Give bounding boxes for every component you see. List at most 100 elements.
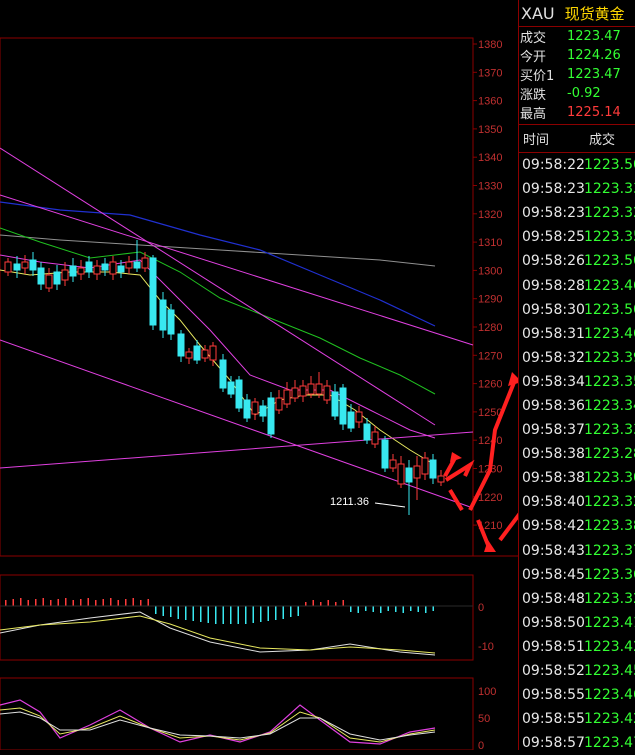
- tick-row: 09:58:231223.33: [519, 177, 635, 201]
- macd-bar: [297, 606, 299, 616]
- price-tick-label: 1290: [478, 294, 502, 306]
- kdj-label-100: 100: [478, 686, 496, 698]
- tick-price: 1223.28: [584, 446, 635, 463]
- tick-row: 09:58:361223.34: [519, 394, 635, 418]
- candle-body: [185, 351, 193, 359]
- tick-row: 09:58:301223.50: [519, 298, 635, 322]
- macd-bar: [282, 606, 284, 619]
- tick-time: 09:58:52: [522, 663, 585, 680]
- candle-body: [397, 463, 405, 485]
- tick-row: 09:58:501223.41: [519, 611, 635, 635]
- candle-body: [299, 385, 307, 397]
- quote-label: 买价1: [520, 69, 555, 84]
- quote-label: 今开: [520, 50, 547, 65]
- tick-row: 09:58:311223.46: [519, 322, 635, 346]
- kdj-label-0: 0: [478, 740, 484, 750]
- candle-body: [167, 309, 175, 335]
- macd-bar: [252, 606, 254, 623]
- macd-bar: [35, 599, 37, 606]
- trendline-1: [0, 147, 436, 426]
- macd-bar: [162, 606, 164, 616]
- macd-bar: [425, 606, 427, 613]
- quote-label: 成交: [520, 31, 547, 46]
- tick-row: 09:58:571223.47: [519, 731, 635, 755]
- tick-row: 09:58:381223.28: [519, 442, 635, 466]
- candle-body: [235, 379, 243, 409]
- candle-body: [371, 431, 379, 445]
- macd-bar: [372, 606, 374, 612]
- macd-bar: [185, 606, 187, 620]
- macd-bar: [95, 600, 97, 606]
- candle-body: [405, 467, 413, 483]
- candle-body: [347, 411, 355, 429]
- tick-time: 09:58:45: [522, 566, 585, 583]
- macd-bar: [65, 598, 67, 606]
- price-tick-label: 1370: [478, 67, 502, 79]
- tick-time: 09:58:28: [522, 277, 585, 294]
- tick-time: 09:58:23: [522, 205, 585, 222]
- tick-row: 09:58:221223.50: [519, 153, 635, 177]
- price-tick-label: 1310: [478, 237, 502, 249]
- ticks-header: 时间 成交: [519, 125, 635, 153]
- ma-green-line: [0, 227, 436, 395]
- macd-bar: [260, 606, 262, 622]
- tick-row: 09:58:371223.33: [519, 418, 635, 442]
- candle-body: [53, 271, 61, 285]
- tick-row: 09:58:231223.32: [519, 201, 635, 225]
- macd-bar: [132, 598, 134, 606]
- quote-row: 涨跌 -0.92: [519, 84, 635, 103]
- macd-bar: [125, 599, 127, 606]
- kdj-label-50: 50: [478, 713, 490, 725]
- price-tick-label: 1350: [478, 124, 502, 136]
- price-tick-label: 1320: [478, 209, 502, 221]
- macd-bar: [87, 598, 89, 606]
- candle-body: [29, 259, 37, 271]
- candle-body: [193, 345, 201, 361]
- macd-bar: [275, 606, 277, 620]
- tick-time: 09:58:30: [522, 301, 585, 318]
- tick-time: 09:58:32: [522, 349, 585, 366]
- tick-price: 1223.32: [584, 494, 635, 511]
- macd-bar: [410, 606, 412, 611]
- candle-body: [363, 423, 371, 441]
- macd-bar: [290, 606, 292, 617]
- tick-row: 09:58:401223.32: [519, 490, 635, 514]
- kline-chart[interactable]: 1380 1370 1360 1350 1340 1330 1320 1310 1300 1290…: [0, 0, 518, 750]
- candle-body: [61, 269, 69, 281]
- candle-body: [117, 265, 125, 273]
- quote-summary: 成交 1223.47 今开 1224.26 买价1 1223.47 涨跌 -0.92 最高 122…: [519, 27, 635, 125]
- macd-bar: [57, 599, 59, 606]
- macd-bar: [27, 600, 29, 606]
- ticks-header-price: 成交: [589, 133, 616, 148]
- tick-price: 1223.39: [584, 349, 635, 366]
- candle-body: [69, 265, 77, 277]
- candle-body: [13, 263, 21, 271]
- tick-price: 1223.42: [584, 711, 635, 728]
- tick-price: 1223.50: [584, 253, 635, 270]
- quote-value: 1223.47: [567, 67, 621, 82]
- price-tick-label: 1330: [478, 181, 502, 193]
- candle-body: [339, 387, 347, 425]
- candle-body: [85, 261, 93, 273]
- tick-row: 09:58:511223.42: [519, 635, 635, 659]
- tick-time: 09:58:57: [522, 735, 585, 752]
- macd-bar: [245, 606, 247, 624]
- macd-bar: [42, 598, 44, 606]
- candle-body: [219, 359, 227, 389]
- price-tick-label: 1360: [478, 96, 502, 108]
- candle-body: [209, 345, 217, 361]
- tick-row: 09:58:431223.37: [519, 539, 635, 563]
- macd-bar: [170, 606, 172, 617]
- low-price-label: 1211.36: [330, 496, 369, 508]
- tick-list[interactable]: 09:58:221223.5009:58:231223.3309:58:2312…: [519, 153, 635, 755]
- candle-body: [323, 385, 331, 401]
- tick-price: 1223.50: [584, 157, 635, 174]
- tick-time: 09:58:42: [522, 518, 585, 535]
- tick-price: 1223.46: [584, 325, 635, 342]
- candle-body: [77, 267, 85, 275]
- tick-price: 1223.35: [584, 229, 635, 246]
- macd-bar: [50, 600, 52, 606]
- candle-body: [177, 333, 185, 357]
- candle-body: [109, 261, 117, 275]
- tick-row: 09:58:321223.39: [519, 346, 635, 370]
